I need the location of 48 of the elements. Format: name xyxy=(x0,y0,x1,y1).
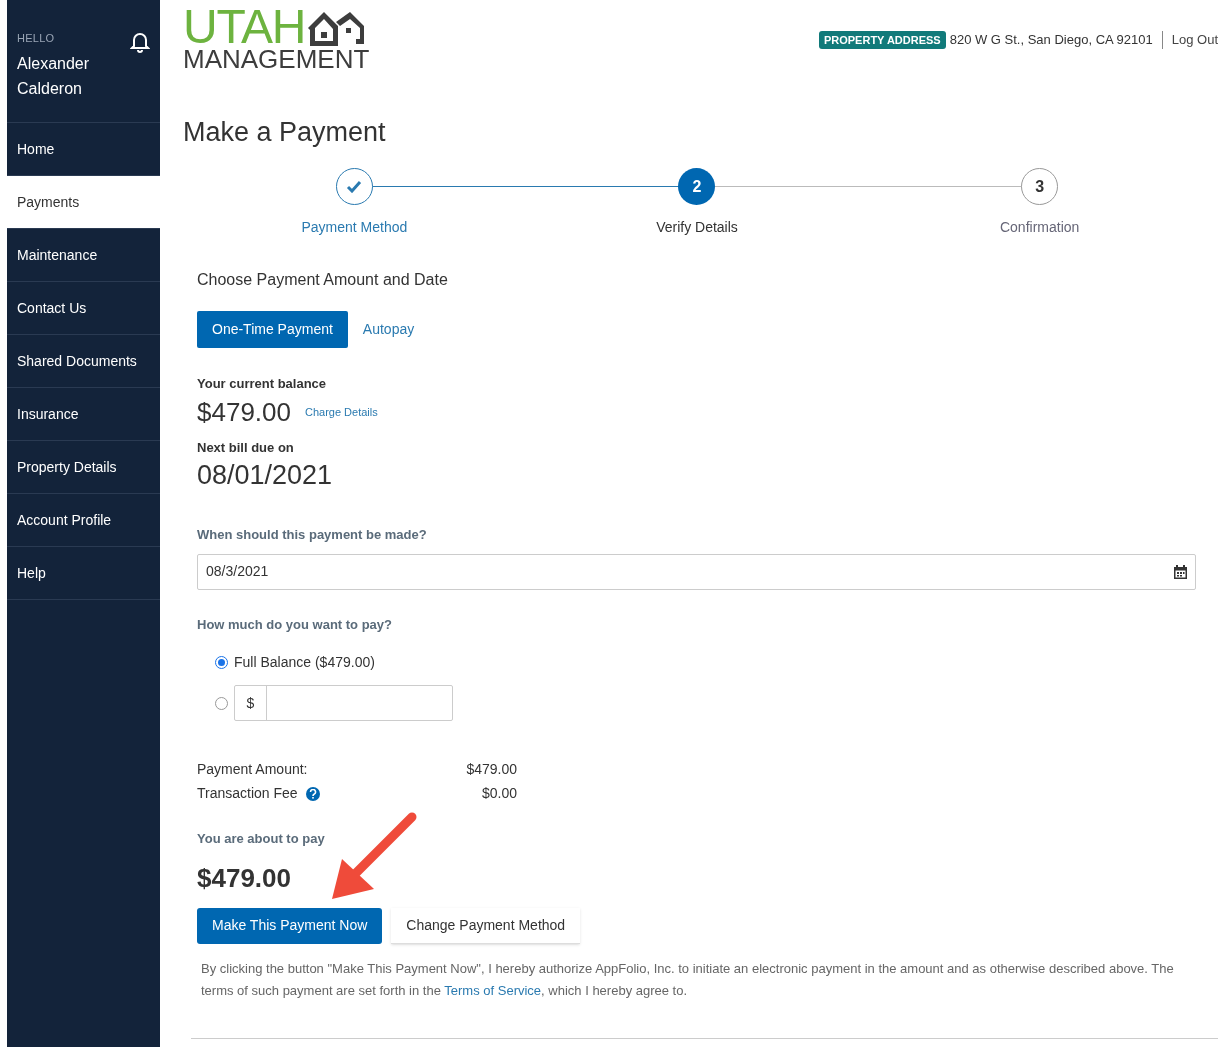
payment-type-tab[interactable]: One-Time Payment xyxy=(197,311,348,348)
step-number: 2 xyxy=(678,168,716,205)
terms-link[interactable]: Terms of Service xyxy=(444,982,542,998)
summary-label: Transaction Fee xyxy=(197,784,298,803)
help-icon[interactable] xyxy=(305,786,320,801)
nav-item[interactable]: Help xyxy=(7,547,160,600)
logo-subtitle: MANAGEMENT xyxy=(183,46,370,72)
step-number: 3 xyxy=(1021,168,1059,205)
checkmark-icon xyxy=(346,180,363,193)
authorization-text: By clicking the button "Make This Payment Now", I hereby authorize AppFolio, Inc. to initiate an electronic payment in the amount and as otherwise described above. The terms of such payment are set forth in the Terms of Service, which I hereby agree to. xyxy=(201,959,1175,1000)
total-label: You are about to pay xyxy=(197,830,326,848)
step-label: Confirmation xyxy=(999,218,1080,237)
calendar-icon[interactable] xyxy=(1174,564,1187,579)
summary-value: $479.00 xyxy=(466,760,517,779)
greeting-label: HELLO xyxy=(17,31,56,46)
balance-amount: $479.00 xyxy=(197,395,291,428)
payment-type-tab[interactable]: Autopay xyxy=(347,311,430,348)
step-label: Payment Method xyxy=(301,218,408,237)
balance-label: Your current balance xyxy=(197,375,328,393)
user-name: Alexander Calderon xyxy=(17,53,91,99)
summary-label: Payment Amount: xyxy=(197,760,308,779)
property-address-badge: PROPERTY ADDRESS xyxy=(818,30,946,49)
bell-icon[interactable] xyxy=(130,31,150,53)
nav-item[interactable]: Shared Documents xyxy=(7,335,160,388)
nav-item[interactable]: Account Profile xyxy=(7,494,160,547)
summary-value: $0.00 xyxy=(481,784,517,803)
date-field[interactable]: 08/3/2021 xyxy=(197,553,1196,590)
total-amount: $479.00 xyxy=(197,861,292,895)
nav-item[interactable]: Maintenance xyxy=(7,229,160,282)
page-title: Make a Payment xyxy=(183,116,387,149)
step-label: Verify Details xyxy=(656,218,738,237)
log-out-link[interactable]: Log Out xyxy=(1171,30,1218,50)
change-method-button[interactable]: Change Payment Method xyxy=(391,907,581,944)
amount-field[interactable]: $ xyxy=(234,685,453,721)
section-heading: Choose Payment Amount and Date xyxy=(197,270,449,290)
due-date-label: Next bill due on xyxy=(197,438,295,457)
option-label: Full Balance ($479.00) xyxy=(234,653,375,672)
nav-item[interactable]: Payments xyxy=(7,176,160,229)
nav-item[interactable]: Property Details xyxy=(7,441,160,494)
amount-question: How much do you want to pay? xyxy=(197,615,393,634)
date-question: When should this payment be made? xyxy=(197,526,428,544)
nav-item[interactable]: Contact Us xyxy=(7,282,160,335)
charge-details-link[interactable]: Charge Details xyxy=(305,404,378,421)
pay-now-button[interactable]: Make This Payment Now xyxy=(197,907,383,944)
due-date: 08/01/2021 xyxy=(197,459,334,492)
logo-wordmark: UTAH xyxy=(183,6,306,48)
nav-item[interactable]: Insurance xyxy=(7,388,160,441)
property-address: 820 W G St., San Diego, CA 92101 xyxy=(949,31,1153,49)
